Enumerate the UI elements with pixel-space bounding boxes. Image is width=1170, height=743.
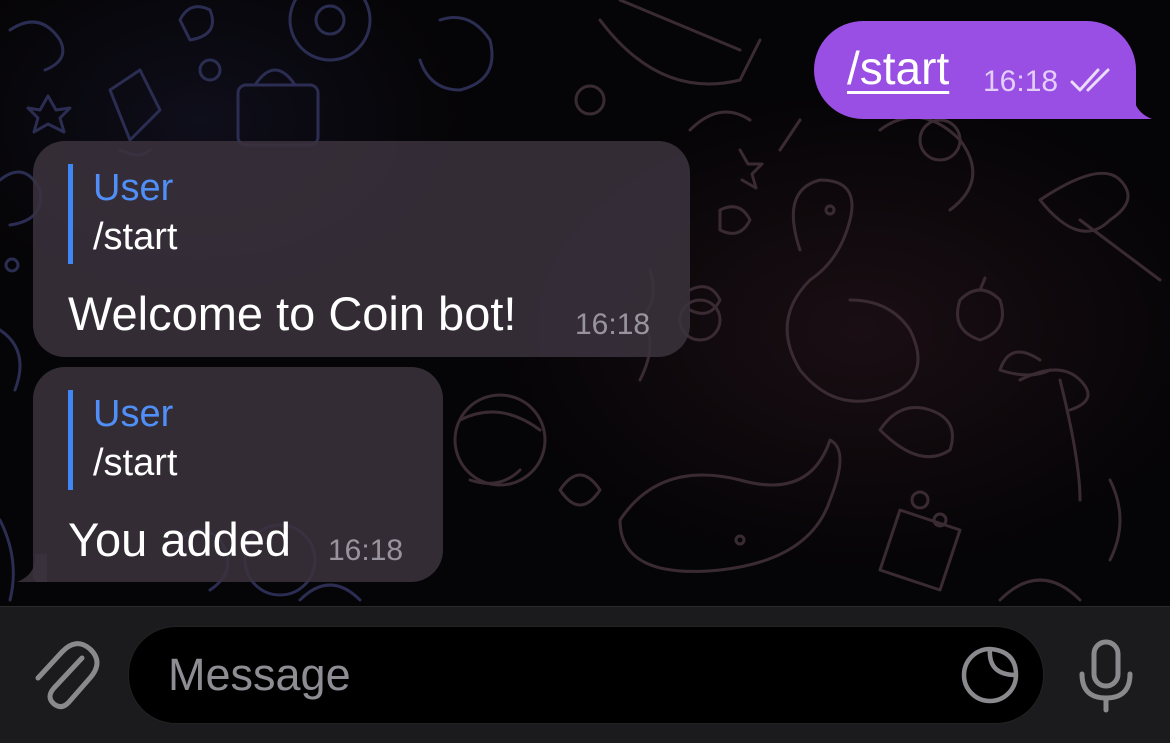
chat-area: /start 16:18 User /start Welcome to Coin… bbox=[0, 0, 1170, 606]
reply-text: /start bbox=[93, 216, 178, 258]
message-text: You added bbox=[68, 513, 292, 566]
microphone-icon[interactable] bbox=[1076, 638, 1136, 714]
sticker-icon[interactable] bbox=[960, 645, 1020, 705]
attach-icon[interactable] bbox=[30, 636, 100, 712]
reply-text: /start bbox=[93, 442, 178, 484]
message-placeholder: Message bbox=[168, 649, 351, 700]
message-time: 16:18 bbox=[983, 65, 1059, 98]
message-text: Welcome to Coin bot! bbox=[68, 287, 517, 340]
double-check-icon bbox=[1070, 68, 1110, 92]
command-link[interactable]: /start bbox=[847, 41, 949, 95]
message-input[interactable]: Message bbox=[128, 626, 1044, 724]
reply-quote[interactable]: User /start bbox=[68, 390, 177, 490]
bubble-tail bbox=[17, 554, 47, 582]
outgoing-message-bubble[interactable]: /start 16:18 bbox=[814, 21, 1152, 119]
reply-quote[interactable]: User /start bbox=[68, 164, 177, 264]
bubble-tail bbox=[1122, 91, 1152, 119]
reply-author: User bbox=[93, 167, 174, 209]
message-time: 16:18 bbox=[328, 534, 404, 567]
incoming-message-bubble[interactable]: User /start You added 16:18 bbox=[17, 367, 443, 582]
message-time: 16:18 bbox=[575, 308, 651, 341]
reply-author: User bbox=[93, 393, 174, 435]
incoming-message-bubble[interactable]: User /start Welcome to Coin bot! 16:18 bbox=[33, 141, 690, 357]
